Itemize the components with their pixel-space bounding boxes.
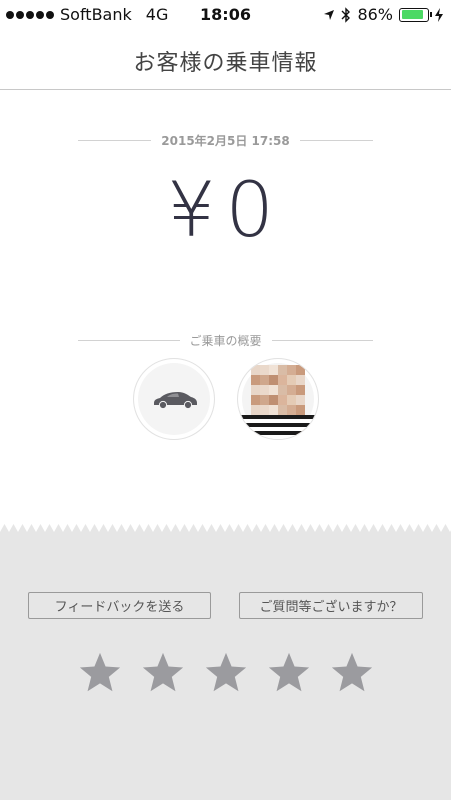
avatar-pixel xyxy=(287,395,296,405)
star-2-icon[interactable] xyxy=(140,650,186,696)
avatar-pixel xyxy=(296,405,305,415)
divider-line xyxy=(271,339,374,341)
divider-line xyxy=(78,139,152,141)
vehicle-button[interactable] xyxy=(133,358,215,440)
avatar-pixel xyxy=(287,365,296,375)
avatar-pixel xyxy=(260,375,269,385)
avatar-pixel xyxy=(278,375,287,385)
avatar-pixel xyxy=(296,375,305,385)
summary-divider: ご乗車の概要 xyxy=(78,333,374,348)
receipt-zigzag-edge xyxy=(0,524,451,534)
avatar-pixel xyxy=(278,385,287,395)
battery-fill xyxy=(401,10,423,19)
divider-line xyxy=(299,139,374,141)
avatar-pixel xyxy=(287,375,296,385)
avatar-pixel xyxy=(296,385,305,395)
send-feedback-button[interactable]: フィードバックを送る xyxy=(28,592,211,619)
nav-header: お客様の乗車情報 xyxy=(0,32,451,90)
avatar-pixel xyxy=(260,405,269,415)
feedback-panel: フィードバックを送る ご質問等ございますか？ xyxy=(0,524,451,800)
avatar-pixel xyxy=(287,405,296,415)
avatar-pixel xyxy=(296,365,305,375)
avatar-pixel xyxy=(269,385,278,395)
avatar-pixel xyxy=(278,405,287,415)
avatar-pixel xyxy=(278,365,287,375)
status-right: 86% xyxy=(323,5,443,24)
car-icon xyxy=(154,392,197,410)
star-3-icon[interactable] xyxy=(203,650,249,696)
driver-avatar-button[interactable] xyxy=(237,358,319,440)
avatar-pixel xyxy=(278,395,287,405)
questions-button[interactable]: ご質問等ございますか？ xyxy=(239,592,423,619)
avatar-pixel xyxy=(260,365,269,375)
avatar-pixel xyxy=(251,365,260,375)
avatar-pixel xyxy=(251,405,260,415)
summary-label: ご乗車の概要 xyxy=(189,333,262,348)
avatar-pixel xyxy=(269,365,278,375)
battery-percent: 86% xyxy=(357,5,393,24)
status-bar: SoftBank 4G 18:06 86% xyxy=(0,0,451,30)
driver-shirt-stripes xyxy=(238,415,318,439)
avatar-pixel xyxy=(251,375,260,385)
star-1-icon[interactable] xyxy=(77,650,123,696)
star-rating[interactable] xyxy=(0,650,451,696)
trip-datetime: 2015年2月5日 17:58 xyxy=(161,133,290,148)
fare-amount: ¥0 xyxy=(167,165,284,254)
divider-line xyxy=(78,339,180,341)
star-4-icon[interactable] xyxy=(266,650,312,696)
bluetooth-icon xyxy=(341,6,351,23)
star-5-icon[interactable] xyxy=(329,650,375,696)
page-title: お客様の乗車情報 xyxy=(133,51,318,76)
location-arrow-icon xyxy=(324,9,335,20)
avatar-pixel xyxy=(269,395,278,405)
avatar-pixel xyxy=(269,405,278,415)
battery-icon xyxy=(399,7,432,22)
avatar-pixel xyxy=(251,395,260,405)
avatar-pixel xyxy=(269,375,278,385)
avatar-pixel xyxy=(287,385,296,395)
avatar-pixel xyxy=(260,385,269,395)
avatar-pixel xyxy=(251,385,260,395)
charging-bolt-icon xyxy=(435,7,443,22)
avatar-pixel xyxy=(260,395,269,405)
trip-date-divider: 2015年2月5日 17:58 xyxy=(78,133,374,148)
avatar-pixel xyxy=(296,395,305,405)
